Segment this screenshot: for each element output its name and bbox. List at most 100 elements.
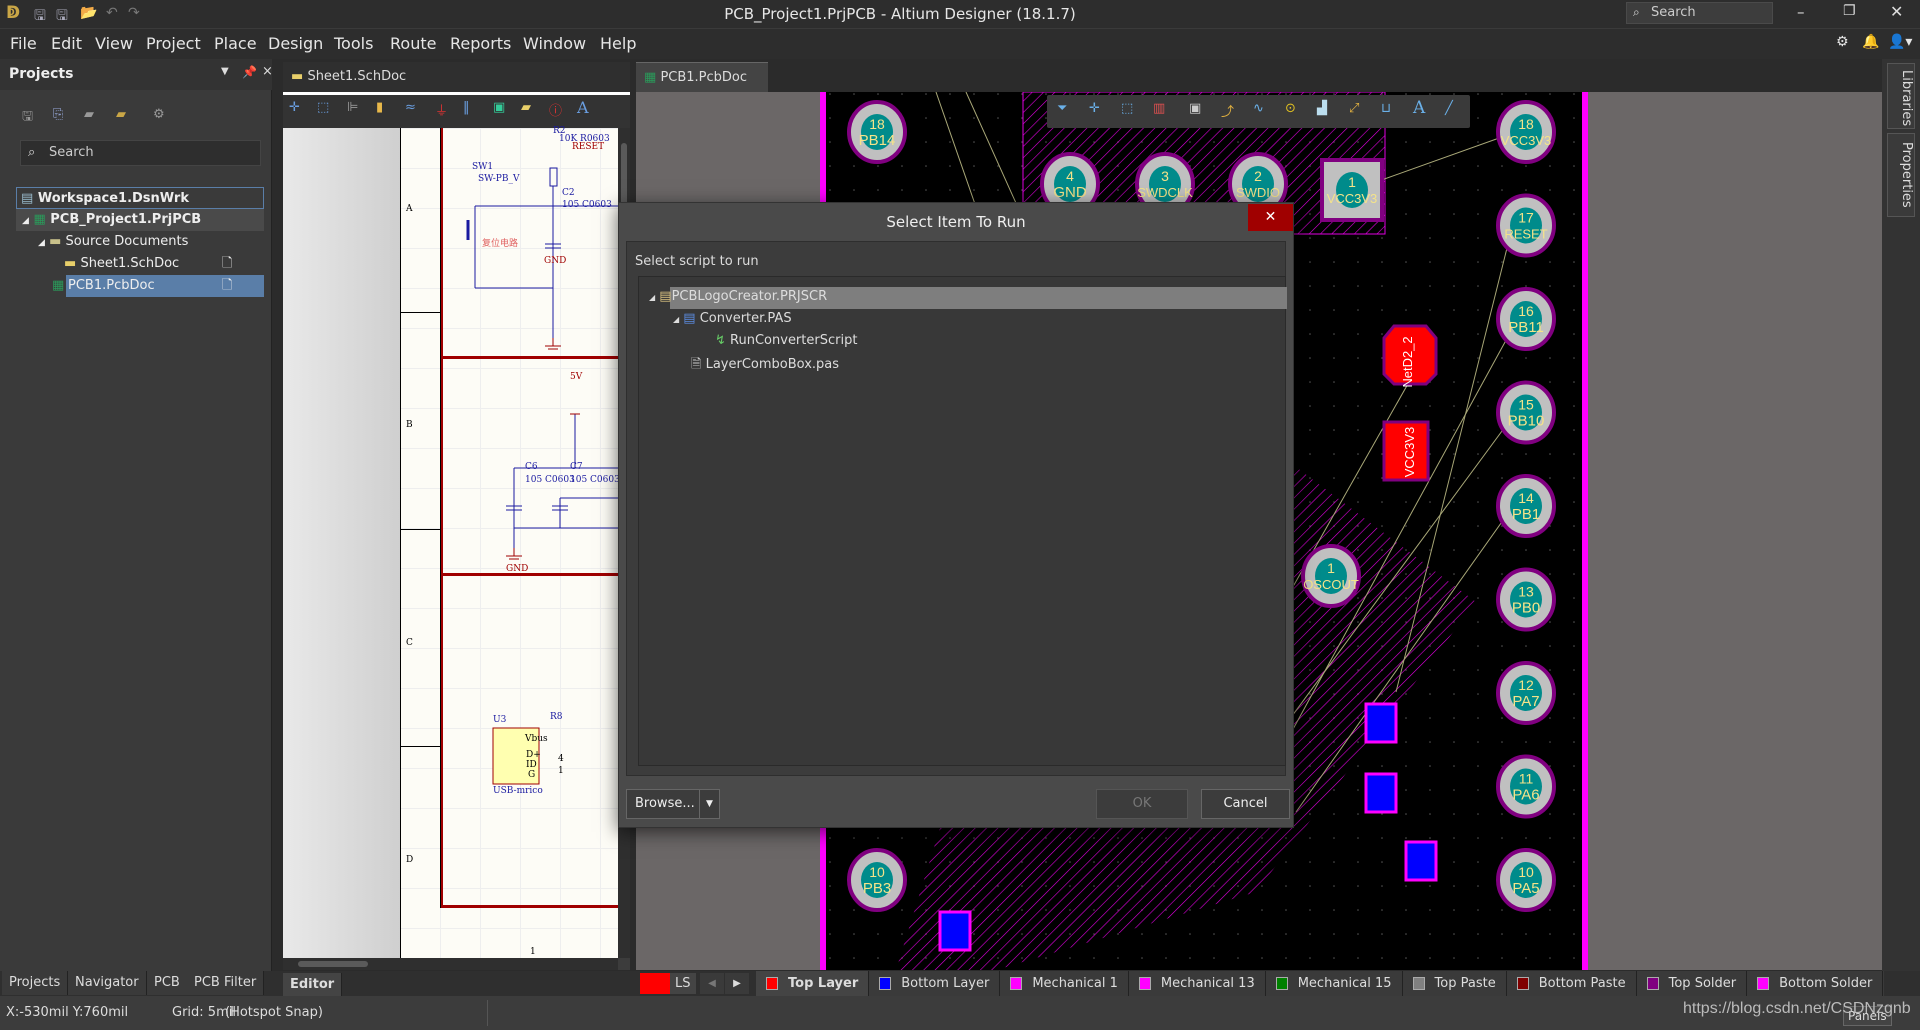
tree-item-sheet1[interactable]: ▬ Sheet1.SchDoc 🗋 <box>16 253 264 275</box>
keepout-icon[interactable]: ⤢ <box>1349 101 1359 116</box>
component-icon[interactable]: ▣ <box>1189 101 1201 116</box>
ok-button[interactable]: OK <box>1096 789 1188 819</box>
expand-icon[interactable]: ◢ <box>38 238 45 248</box>
via-icon[interactable]: ⊙ <box>1285 101 1296 116</box>
pcb-pad[interactable]: 18PB14 <box>847 100 907 164</box>
pcb-pad[interactable]: 11PA6 <box>1496 754 1556 819</box>
browse-button[interactable]: Browse... ▼ <box>626 789 720 819</box>
pcb-pad[interactable]: 14PB1 <box>1496 474 1556 538</box>
wire-icon[interactable]: ≈ <box>405 100 416 115</box>
tree-item-runconverterscript[interactable]: ↯ RunConverterScript <box>715 333 857 348</box>
tab-sheet1-schdoc[interactable]: ▬ Sheet1.SchDoc <box>283 62 630 92</box>
expand-icon[interactable]: ◢ <box>673 315 679 324</box>
project-search-input[interactable]: ⌕ Search <box>20 140 261 166</box>
libraries-panel-tab[interactable]: Libraries <box>1887 63 1915 129</box>
panel-tab-projects[interactable]: Projects <box>2 971 69 995</box>
pcb-pad[interactable]: 10PA5 <box>1496 848 1556 912</box>
minimize-button[interactable]: – <box>1797 3 1805 21</box>
menu-project[interactable]: Project <box>146 34 201 53</box>
pcb-pad[interactable]: 13PB0 <box>1496 567 1556 632</box>
tab-pcb1-pcbdoc[interactable]: ▦ PCB1.PcbDoc <box>636 62 768 92</box>
script-tree[interactable]: ◢ ▤PCBLogoCreator.PRJSCR ◢ ▤ Converter.P… <box>638 276 1287 766</box>
gear-icon[interactable]: ⚙ <box>1836 34 1849 50</box>
menu-route[interactable]: Route <box>390 34 436 53</box>
tree-item-converter-pas[interactable]: ◢ ▤ Converter.PAS <box>673 311 792 326</box>
layer-tab[interactable]: Bottom Paste <box>1506 971 1637 996</box>
editor-tab[interactable]: Editor <box>283 973 343 997</box>
menu-view[interactable]: View <box>95 34 133 53</box>
gnd-icon[interactable]: ⏚ <box>435 100 448 119</box>
menu-file[interactable]: File <box>10 34 37 53</box>
filter-icon[interactable]: ⏷ <box>1057 101 1067 116</box>
expand-icon[interactable]: ◢ <box>649 293 655 302</box>
layer-set-selector[interactable]: LS <box>640 973 696 994</box>
layer-tab[interactable]: Drill Gu <box>1883 971 1884 996</box>
layer-scroll-left[interactable]: ◀ <box>700 973 724 994</box>
layer-tab[interactable]: Top Layer <box>756 971 870 996</box>
layer-tab[interactable]: Mechanical 13 <box>1128 971 1266 996</box>
layer-scroll-right[interactable]: ▶ <box>725 973 749 994</box>
settings-icon[interactable]: ⚙ <box>153 107 165 122</box>
directive-icon[interactable]: ⓘ <box>549 100 562 119</box>
project-options-icon[interactable]: ▰ <box>84 107 94 122</box>
polygon-icon[interactable]: ▟ <box>1317 101 1327 116</box>
line-icon[interactable]: ╱ <box>1445 101 1453 116</box>
port-icon[interactable]: ▰ <box>521 100 531 115</box>
sheet-symbol-icon[interactable]: ▣ <box>493 100 505 115</box>
part-icon[interactable]: ▮ <box>376 100 383 115</box>
menu-design[interactable]: Design <box>268 34 323 53</box>
pcb-pad[interactable]: 1VCC3V3 <box>1320 158 1384 222</box>
menu-tools[interactable]: Tools <box>334 34 373 53</box>
dimension-icon[interactable]: ⊔ <box>1381 101 1391 116</box>
pcb-pad[interactable]: 15PB10 <box>1496 380 1556 445</box>
tree-item-workspace[interactable]: ▤ Workspace1.DsnWrk <box>16 187 264 209</box>
tree-item-source-documents[interactable]: ◢ ▬ Source Documents <box>16 231 264 253</box>
layer-set-button[interactable]: LS <box>670 973 696 994</box>
text-icon[interactable]: A <box>577 98 589 117</box>
close-window-button[interactable]: ✕ <box>1890 2 1903 21</box>
panel-tab-pcb-filter[interactable]: PCB Filter <box>187 971 265 995</box>
menu-reports[interactable]: Reports <box>450 34 511 53</box>
tree-item-pcblogocreator[interactable]: ◢ ▤PCBLogoCreator.PRJSCR <box>649 289 827 304</box>
route-icon[interactable]: ⤴ <box>1221 101 1234 120</box>
folder-settings-icon[interactable]: ▰ <box>116 107 126 122</box>
tree-item-layercombobox[interactable]: 🗎 LayerComboBox.pas <box>691 355 839 377</box>
panel-tab-pcb[interactable]: PCB <box>147 971 188 995</box>
pcb-pad[interactable]: 12PA7 <box>1496 661 1556 725</box>
panel-menu-icon[interactable]: ▼ <box>221 66 229 77</box>
close-panel-icon[interactable]: × <box>262 64 273 79</box>
crosshair-icon[interactable]: ✛ <box>289 100 300 115</box>
schematic-editor[interactable]: ✛ ⬚ ⊫ ▮ ≈ ⏚ ‖ ▣ ▰ ⓘ A A B C D R2 10K R06… <box>283 92 630 970</box>
bus-icon[interactable]: ‖ <box>463 100 470 115</box>
pcb-pad[interactable]: 16PB11 <box>1496 287 1556 351</box>
layer-tab[interactable]: Top Paste <box>1402 971 1507 996</box>
layer-tab[interactable]: Mechanical 1 <box>1000 971 1129 996</box>
pcb-pad[interactable]: 10PB3 <box>847 848 907 912</box>
select-rect-icon[interactable]: ⬚ <box>317 100 329 115</box>
pcb-pad[interactable]: 18VCC3V3 <box>1496 100 1556 164</box>
align-icon[interactable]: ⊫ <box>347 100 358 115</box>
dialog-title-bar[interactable]: Select Item To Run ✕ <box>619 203 1293 241</box>
pcb-pad[interactable]: 17RESET <box>1496 193 1556 258</box>
expand-icon[interactable]: ◢ <box>22 216 29 226</box>
text-icon[interactable]: A <box>1413 98 1425 118</box>
dialog-close-button[interactable]: ✕ <box>1248 204 1293 231</box>
layer-tab[interactable]: Mechanical 15 <box>1265 971 1403 996</box>
layer-tab[interactable]: Bottom Layer <box>869 971 1001 996</box>
menu-help[interactable]: Help <box>600 34 636 53</box>
cancel-button[interactable]: Cancel <box>1201 789 1290 819</box>
user-icon[interactable]: 👤▾ <box>1888 34 1912 50</box>
tune-icon[interactable]: ∿ <box>1253 101 1264 116</box>
menu-edit[interactable]: Edit <box>51 34 82 53</box>
properties-panel-tab[interactable]: Properties <box>1887 133 1915 217</box>
crosshair-icon[interactable]: ✛ <box>1089 101 1100 116</box>
pin-icon[interactable]: 📌 <box>242 65 257 79</box>
compile-icon[interactable]: ⎘ <box>53 107 63 122</box>
layer-tab[interactable]: Top Solder <box>1636 971 1748 996</box>
layer-tab[interactable]: Bottom Solder <box>1747 971 1884 996</box>
save-project-icon[interactable]: 🖫 <box>22 107 33 129</box>
restore-button[interactable]: ❐ <box>1843 3 1856 19</box>
select-rect-icon[interactable]: ⬚ <box>1121 101 1133 116</box>
tree-item-project[interactable]: ◢ ▦ PCB_Project1.PrjPCB <box>16 209 264 231</box>
pcb-pad[interactable]: 1OSCOUT <box>1301 544 1361 608</box>
